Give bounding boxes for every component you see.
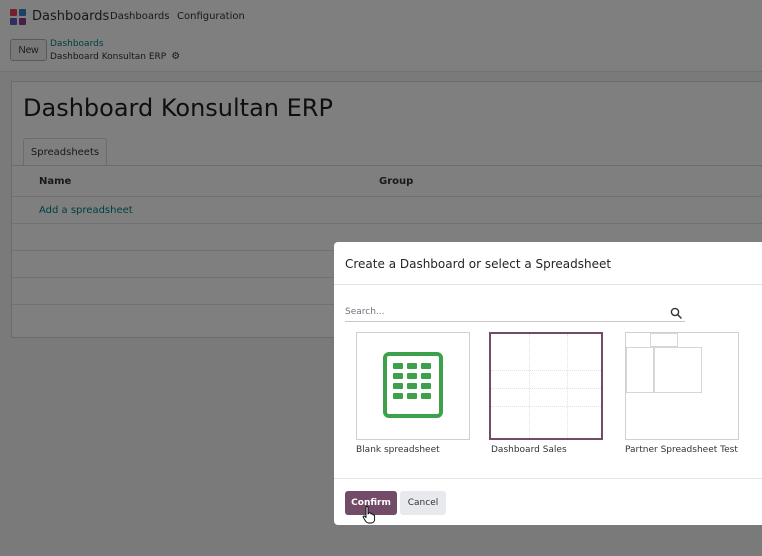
search-input[interactable] (345, 304, 665, 320)
search-icon[interactable] (670, 307, 682, 319)
modal-footer: Confirm Cancel (334, 478, 762, 525)
create-dashboard-dialog: Create a Dashboard or select a Spreadshe… (334, 242, 762, 525)
cancel-button[interactable]: Cancel (400, 491, 446, 515)
modal-title: Create a Dashboard or select a Spreadshe… (345, 257, 612, 271)
dashboard-sales-card[interactable] (489, 332, 603, 440)
partner-spreadsheet-test-card[interactable] (625, 332, 739, 440)
blank-spreadsheet-label: Blank spreadsheet (356, 445, 440, 455)
modal-header: Create a Dashboard or select a Spreadshe… (334, 242, 762, 285)
blank-spreadsheet-card[interactable] (356, 332, 470, 440)
partner-spreadsheet-thumbnail (626, 333, 738, 439)
search-bar (345, 304, 685, 322)
partner-spreadsheet-test-label: Partner Spreadsheet Test (625, 445, 738, 455)
spreadsheet-icon (383, 352, 443, 418)
pointer-cursor-icon (362, 506, 376, 524)
dashboard-sales-thumbnail (491, 334, 601, 438)
dashboard-sales-label: Dashboard Sales (491, 445, 567, 455)
